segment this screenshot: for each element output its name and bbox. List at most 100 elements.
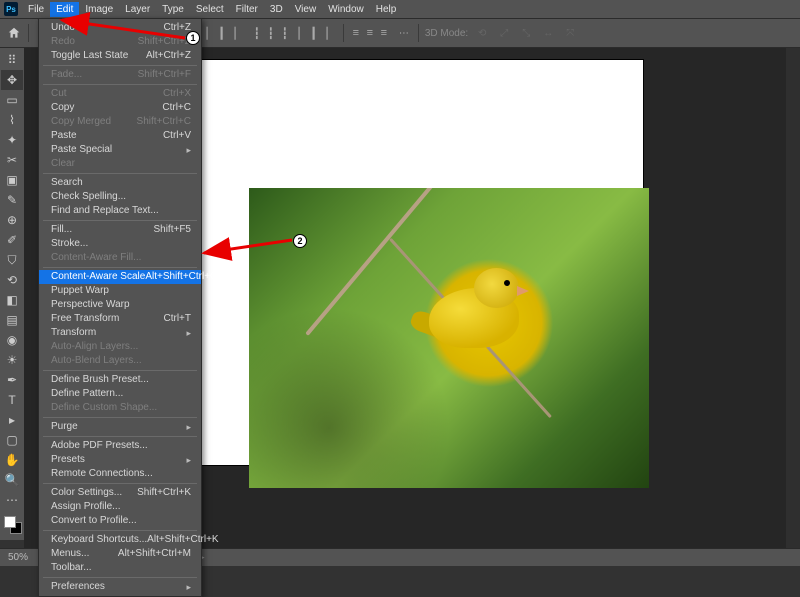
align-right-group[interactable]: ▏▎▏ <box>297 26 337 40</box>
tool-brush[interactable]: ✐ <box>1 230 23 250</box>
menu-item-toolbar[interactable]: Toolbar... <box>39 561 201 575</box>
tool-type[interactable]: T <box>1 390 23 410</box>
menu-item-auto-blend-layers: Auto-Blend Layers... <box>39 354 201 368</box>
menu-separator <box>43 84 197 85</box>
tool-edit-toolbar[interactable]: ⋯ <box>1 490 23 510</box>
menu-3d[interactable]: 3D <box>264 2 289 17</box>
menu-item-find-and-replace-text[interactable]: Find and Replace Text... <box>39 204 201 218</box>
distribute-group[interactable]: ≡≡≡ <box>350 26 390 40</box>
tool-lasso[interactable]: ⌇ <box>1 110 23 130</box>
menu-help[interactable]: Help <box>370 2 403 17</box>
menu-item-paste-special[interactable]: Paste Special <box>39 143 201 157</box>
tool-quick-select[interactable]: ✦ <box>1 130 23 150</box>
menu-item-undo[interactable]: UndoCtrl+Z <box>39 21 201 35</box>
menu-item-define-brush-preset[interactable]: Define Brush Preset... <box>39 373 201 387</box>
menu-item-copy-merged: Copy MergedShift+Ctrl+C <box>39 115 201 129</box>
menu-layer[interactable]: Layer <box>119 2 156 17</box>
menu-bar: Ps File Edit Image Layer Type Select Fil… <box>0 0 800 18</box>
menu-item-presets[interactable]: Presets <box>39 453 201 467</box>
edit-menu-dropdown: UndoCtrl+ZRedoShift+Ctrl+ZToggle Last St… <box>38 18 202 597</box>
menu-item-transform[interactable]: Transform <box>39 326 201 340</box>
3d-pan-icon: ⤡ <box>518 25 534 41</box>
menu-separator <box>43 577 197 578</box>
align-center-group[interactable]: ┇┇┇ <box>251 26 291 40</box>
menu-item-fade: Fade...Shift+Ctrl+F <box>39 68 201 82</box>
menu-file[interactable]: File <box>22 2 50 17</box>
menu-item-toggle-last-state[interactable]: Toggle Last StateAlt+Ctrl+Z <box>39 49 201 63</box>
menu-item-keyboard-shortcuts[interactable]: Keyboard Shortcuts...Alt+Shift+Ctrl+K <box>39 533 201 547</box>
menu-item-preferences[interactable]: Preferences <box>39 580 201 594</box>
tool-rectangle[interactable]: ▢ <box>1 430 23 450</box>
menu-item-convert-to-profile[interactable]: Convert to Profile... <box>39 514 201 528</box>
tool-dodge[interactable]: ☀ <box>1 350 23 370</box>
3d-slide-icon: ↔ <box>540 25 556 41</box>
foreground-swatch[interactable] <box>4 516 16 528</box>
tool-pen[interactable]: ✒ <box>1 370 23 390</box>
menu-item-puppet-warp[interactable]: Puppet Warp <box>39 284 201 298</box>
menu-item-cut: CutCtrl+X <box>39 87 201 101</box>
menu-item-auto-align-layers: Auto-Align Layers... <box>39 340 201 354</box>
tool-gradient[interactable]: ▤ <box>1 310 23 330</box>
menu-edit[interactable]: Edit <box>50 2 79 17</box>
menu-item-check-spelling[interactable]: Check Spelling... <box>39 190 201 204</box>
tool-eyedropper[interactable]: ✎ <box>1 190 23 210</box>
menu-item-define-pattern[interactable]: Define Pattern... <box>39 387 201 401</box>
tool-frame[interactable]: ▣ <box>1 170 23 190</box>
toolbar-grip-icon[interactable]: ⠿ <box>1 50 23 70</box>
3d-mode-label: 3D Mode: <box>425 28 468 39</box>
menu-separator <box>43 436 197 437</box>
menu-separator <box>43 417 197 418</box>
more-icon[interactable]: ⋯ <box>396 25 412 41</box>
3d-orbit-icon: ⟲ <box>474 25 490 41</box>
tool-history-brush[interactable]: ⟲ <box>1 270 23 290</box>
tool-zoom[interactable]: 🔍 <box>1 470 23 490</box>
menu-separator <box>43 65 197 66</box>
menu-separator <box>43 483 197 484</box>
menu-image[interactable]: Image <box>79 2 119 17</box>
menu-item-redo: RedoShift+Ctrl+Z <box>39 35 201 49</box>
menu-item-purge[interactable]: Purge <box>39 420 201 434</box>
tool-heal[interactable]: ⊕ <box>1 210 23 230</box>
menu-item-fill[interactable]: Fill...Shift+F5 <box>39 223 201 237</box>
tool-path-select[interactable]: ▸ <box>1 410 23 430</box>
menu-item-paste[interactable]: PasteCtrl+V <box>39 129 201 143</box>
tool-blur[interactable]: ◉ <box>1 330 23 350</box>
menu-filter[interactable]: Filter <box>230 2 264 17</box>
tool-eraser[interactable]: ◧ <box>1 290 23 310</box>
tool-clone[interactable]: ⛉ <box>1 250 23 270</box>
menu-item-search[interactable]: Search <box>39 176 201 190</box>
menu-item-copy[interactable]: CopyCtrl+C <box>39 101 201 115</box>
menu-item-adobe-pdf-presets[interactable]: Adobe PDF Presets... <box>39 439 201 453</box>
menu-item-clear: Clear <box>39 157 201 171</box>
menu-select[interactable]: Select <box>190 2 230 17</box>
separator <box>28 24 29 42</box>
home-icon[interactable] <box>6 25 22 41</box>
tool-hand[interactable]: ✋ <box>1 450 23 470</box>
menu-item-color-settings[interactable]: Color Settings...Shift+Ctrl+K <box>39 486 201 500</box>
menu-item-define-custom-shape: Define Custom Shape... <box>39 401 201 415</box>
color-swatches[interactable] <box>2 514 22 538</box>
menu-item-remote-connections[interactable]: Remote Connections... <box>39 467 201 481</box>
3d-roll-icon: ⤢ <box>496 25 512 41</box>
menu-type[interactable]: Type <box>156 2 190 17</box>
separator <box>418 24 419 42</box>
menu-separator <box>43 267 197 268</box>
tool-marquee[interactable]: ▭ <box>1 90 23 110</box>
menu-window[interactable]: Window <box>322 2 370 17</box>
menu-item-stroke[interactable]: Stroke... <box>39 237 201 251</box>
placed-image[interactable] <box>249 188 649 488</box>
tool-crop[interactable]: ✂ <box>1 150 23 170</box>
menu-item-free-transform[interactable]: Free TransformCtrl+T <box>39 312 201 326</box>
menu-separator <box>43 220 197 221</box>
scrollbar-vertical[interactable] <box>786 48 800 548</box>
annotation-badge-2: 2 <box>293 234 307 248</box>
menu-item-perspective-warp[interactable]: Perspective Warp <box>39 298 201 312</box>
tool-move[interactable]: ✥ <box>1 70 23 90</box>
menu-item-menus[interactable]: Menus...Alt+Shift+Ctrl+M <box>39 547 201 561</box>
menu-item-content-aware-fill: Content-Aware Fill... <box>39 251 201 265</box>
menu-item-assign-profile[interactable]: Assign Profile... <box>39 500 201 514</box>
align-left-group[interactable]: ▏▎▏ <box>205 26 245 40</box>
bird-shape <box>419 258 539 378</box>
menu-item-content-aware-scale[interactable]: Content-Aware ScaleAlt+Shift+Ctrl+C <box>39 270 201 284</box>
menu-view[interactable]: View <box>289 2 323 17</box>
